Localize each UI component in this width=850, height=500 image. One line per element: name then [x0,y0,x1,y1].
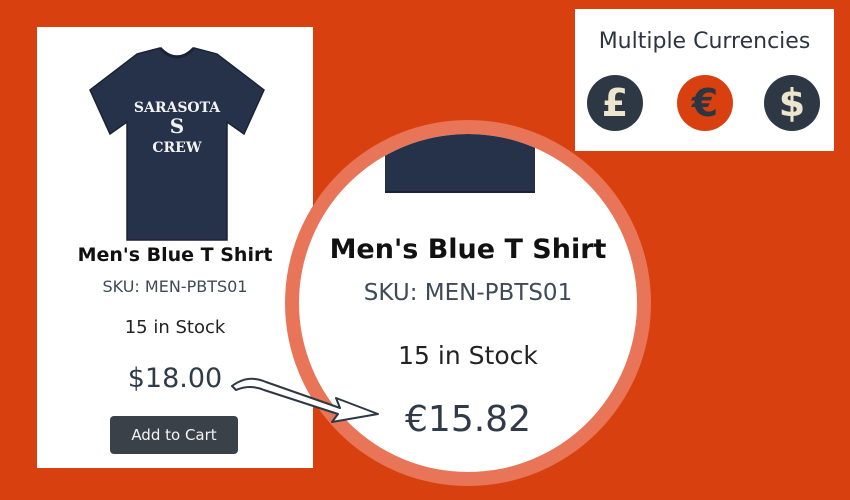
currency-panel: Multiple Currencies £ € $ [575,9,834,151]
zoom-product-sku: SKU: MEN-PBTS01 [363,280,573,306]
tshirt-image[interactable]: SARASOTA S CREW [82,42,272,242]
shirt-print-line-3: CREW [152,140,201,156]
product-sku: SKU: MEN-PBTS01 [102,277,248,296]
shirt-print-line-2: S [170,114,184,138]
euro-icon[interactable]: € [677,75,733,131]
zoom-stock-status: 15 in Stock [398,341,538,370]
add-to-cart-button[interactable]: Add to Cart [110,416,238,454]
zoom-product-title: Men's Blue T Shirt [329,234,607,265]
dollar-icon[interactable]: $ [764,75,820,131]
zoom-magnifier: Men's Blue T Shirt SKU: MEN-PBTS01 15 in… [285,120,651,486]
currency-panel-title: Multiple Currencies [598,29,811,54]
conversion-arrow-icon [231,377,379,423]
pound-icon[interactable]: £ [587,75,643,131]
stock-status: 15 in Stock [124,317,226,338]
tshirt-zoom-image [385,134,535,193]
product-title[interactable]: Men's Blue T Shirt [37,244,313,266]
